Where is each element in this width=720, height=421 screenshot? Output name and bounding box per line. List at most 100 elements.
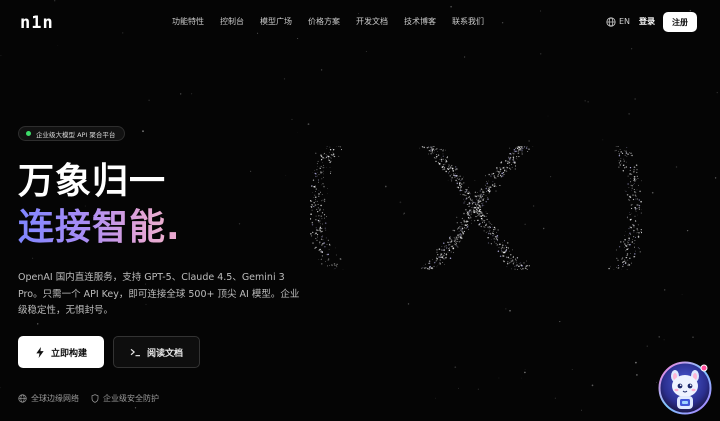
language-switch[interactable]: EN [606, 15, 630, 29]
read-docs-button[interactable]: 阅读文档 [113, 336, 200, 368]
nav-item-contact[interactable]: 联系我们 [452, 15, 484, 29]
infinity-particle [458, 184, 461, 186]
infinity-particle [468, 205, 470, 207]
infinity-particle [499, 170, 501, 172]
infinity-particle [474, 206, 476, 208]
infinity-particle [505, 250, 507, 252]
signup-button[interactable]: 注册 [663, 12, 697, 32]
infinity-particle [316, 168, 318, 171]
nav-item-features[interactable]: 功能特性 [172, 15, 204, 29]
nav-item-blog[interactable]: 技术博客 [404, 15, 436, 29]
infinity-particle [315, 199, 316, 201]
infinity-particle [322, 235, 324, 236]
infinity-particle [618, 155, 621, 157]
infinity-particle [317, 236, 319, 238]
infinity-particle [325, 237, 327, 239]
infinity-particle [509, 258, 511, 260]
infinity-particle [623, 167, 626, 169]
star-particle [675, 166, 678, 168]
infinity-particle [640, 200, 642, 203]
infinity-particle [465, 224, 468, 226]
nav-item-console[interactable]: 控制台 [220, 15, 244, 29]
nav-item-docs[interactable]: 开发文档 [356, 15, 388, 29]
infinity-particle [635, 192, 637, 194]
infinity-particle [493, 226, 496, 229]
infinity-particle [496, 235, 499, 237]
infinity-particle [616, 266, 618, 268]
nav-item-models[interactable]: 模型广场 [260, 15, 292, 29]
hero-title-period: . [166, 207, 181, 248]
infinity-particle [624, 189, 626, 191]
infinity-particle [513, 161, 515, 163]
infinity-particle [457, 183, 458, 184]
infinity-particle [461, 178, 463, 180]
infinity-particle [321, 178, 323, 180]
infinity-particle [477, 212, 479, 214]
infinity-particle [636, 168, 638, 171]
infinity-particle [627, 242, 629, 244]
infinity-particle [452, 169, 454, 171]
build-now-button[interactable]: 立即构建 [18, 336, 104, 368]
brand-logo[interactable]: n1n [20, 13, 54, 33]
infinity-particle [489, 222, 491, 224]
infinity-particle [481, 214, 484, 216]
infinity-particle [445, 254, 447, 256]
login-link[interactable]: 登录 [639, 15, 655, 29]
infinity-particle [480, 213, 482, 214]
infinity-particle [635, 179, 637, 181]
infinity-particle [468, 186, 470, 188]
infinity-particle [321, 230, 323, 233]
infinity-particle [474, 207, 476, 209]
infinity-particle [442, 153, 444, 155]
mascot-avatar[interactable] [658, 361, 712, 415]
infinity-particle [317, 160, 319, 162]
star-particle [365, 50, 367, 52]
infinity-particle [315, 196, 317, 198]
star-particle [716, 91, 718, 94]
infinity-particle [454, 176, 456, 178]
infinity-particle [478, 204, 480, 206]
infinity-particle [479, 194, 482, 196]
infinity-particle [471, 219, 472, 221]
infinity-particle [432, 152, 434, 154]
infinity-particle [450, 245, 452, 247]
infinity-particle [480, 217, 483, 220]
infinity-particle [494, 183, 496, 185]
infinity-particle [441, 246, 443, 247]
star-particle [57, 45, 59, 46]
infinity-particle [478, 210, 480, 213]
infinity-particle [491, 173, 493, 175]
infinity-particle [633, 171, 635, 173]
infinity-particle [474, 195, 476, 197]
infinity-particle [626, 253, 629, 255]
infinity-particle [505, 160, 507, 162]
infinity-particle [428, 268, 430, 270]
feature-global-edge: 全球边缘网络 [18, 393, 79, 404]
infinity-particle [509, 160, 511, 162]
infinity-particle [495, 171, 497, 173]
infinity-particle [467, 224, 469, 225]
infinity-particle [317, 219, 320, 222]
infinity-particle [480, 209, 482, 210]
infinity-particle [503, 240, 505, 242]
infinity-particle [618, 150, 620, 152]
star-particle [0, 54, 2, 57]
infinity-particle [320, 215, 323, 217]
infinity-particle [514, 267, 516, 269]
infinity-particle [513, 148, 516, 151]
infinity-particle [495, 242, 497, 244]
infinity-particle [316, 208, 318, 211]
infinity-particle [633, 225, 635, 227]
infinity-particle [501, 256, 503, 257]
infinity-particle [502, 244, 504, 246]
infinity-particle [507, 263, 509, 265]
infinity-particle [435, 260, 437, 262]
infinity-particle [627, 175, 629, 177]
infinity-particle [493, 228, 495, 231]
nav-item-pricing[interactable]: 价格方案 [308, 15, 340, 29]
infinity-particle [631, 241, 633, 243]
infinity-particle [520, 149, 522, 150]
infinity-particle [419, 147, 421, 149]
star-particle [32, 257, 34, 259]
infinity-particle [486, 181, 487, 183]
